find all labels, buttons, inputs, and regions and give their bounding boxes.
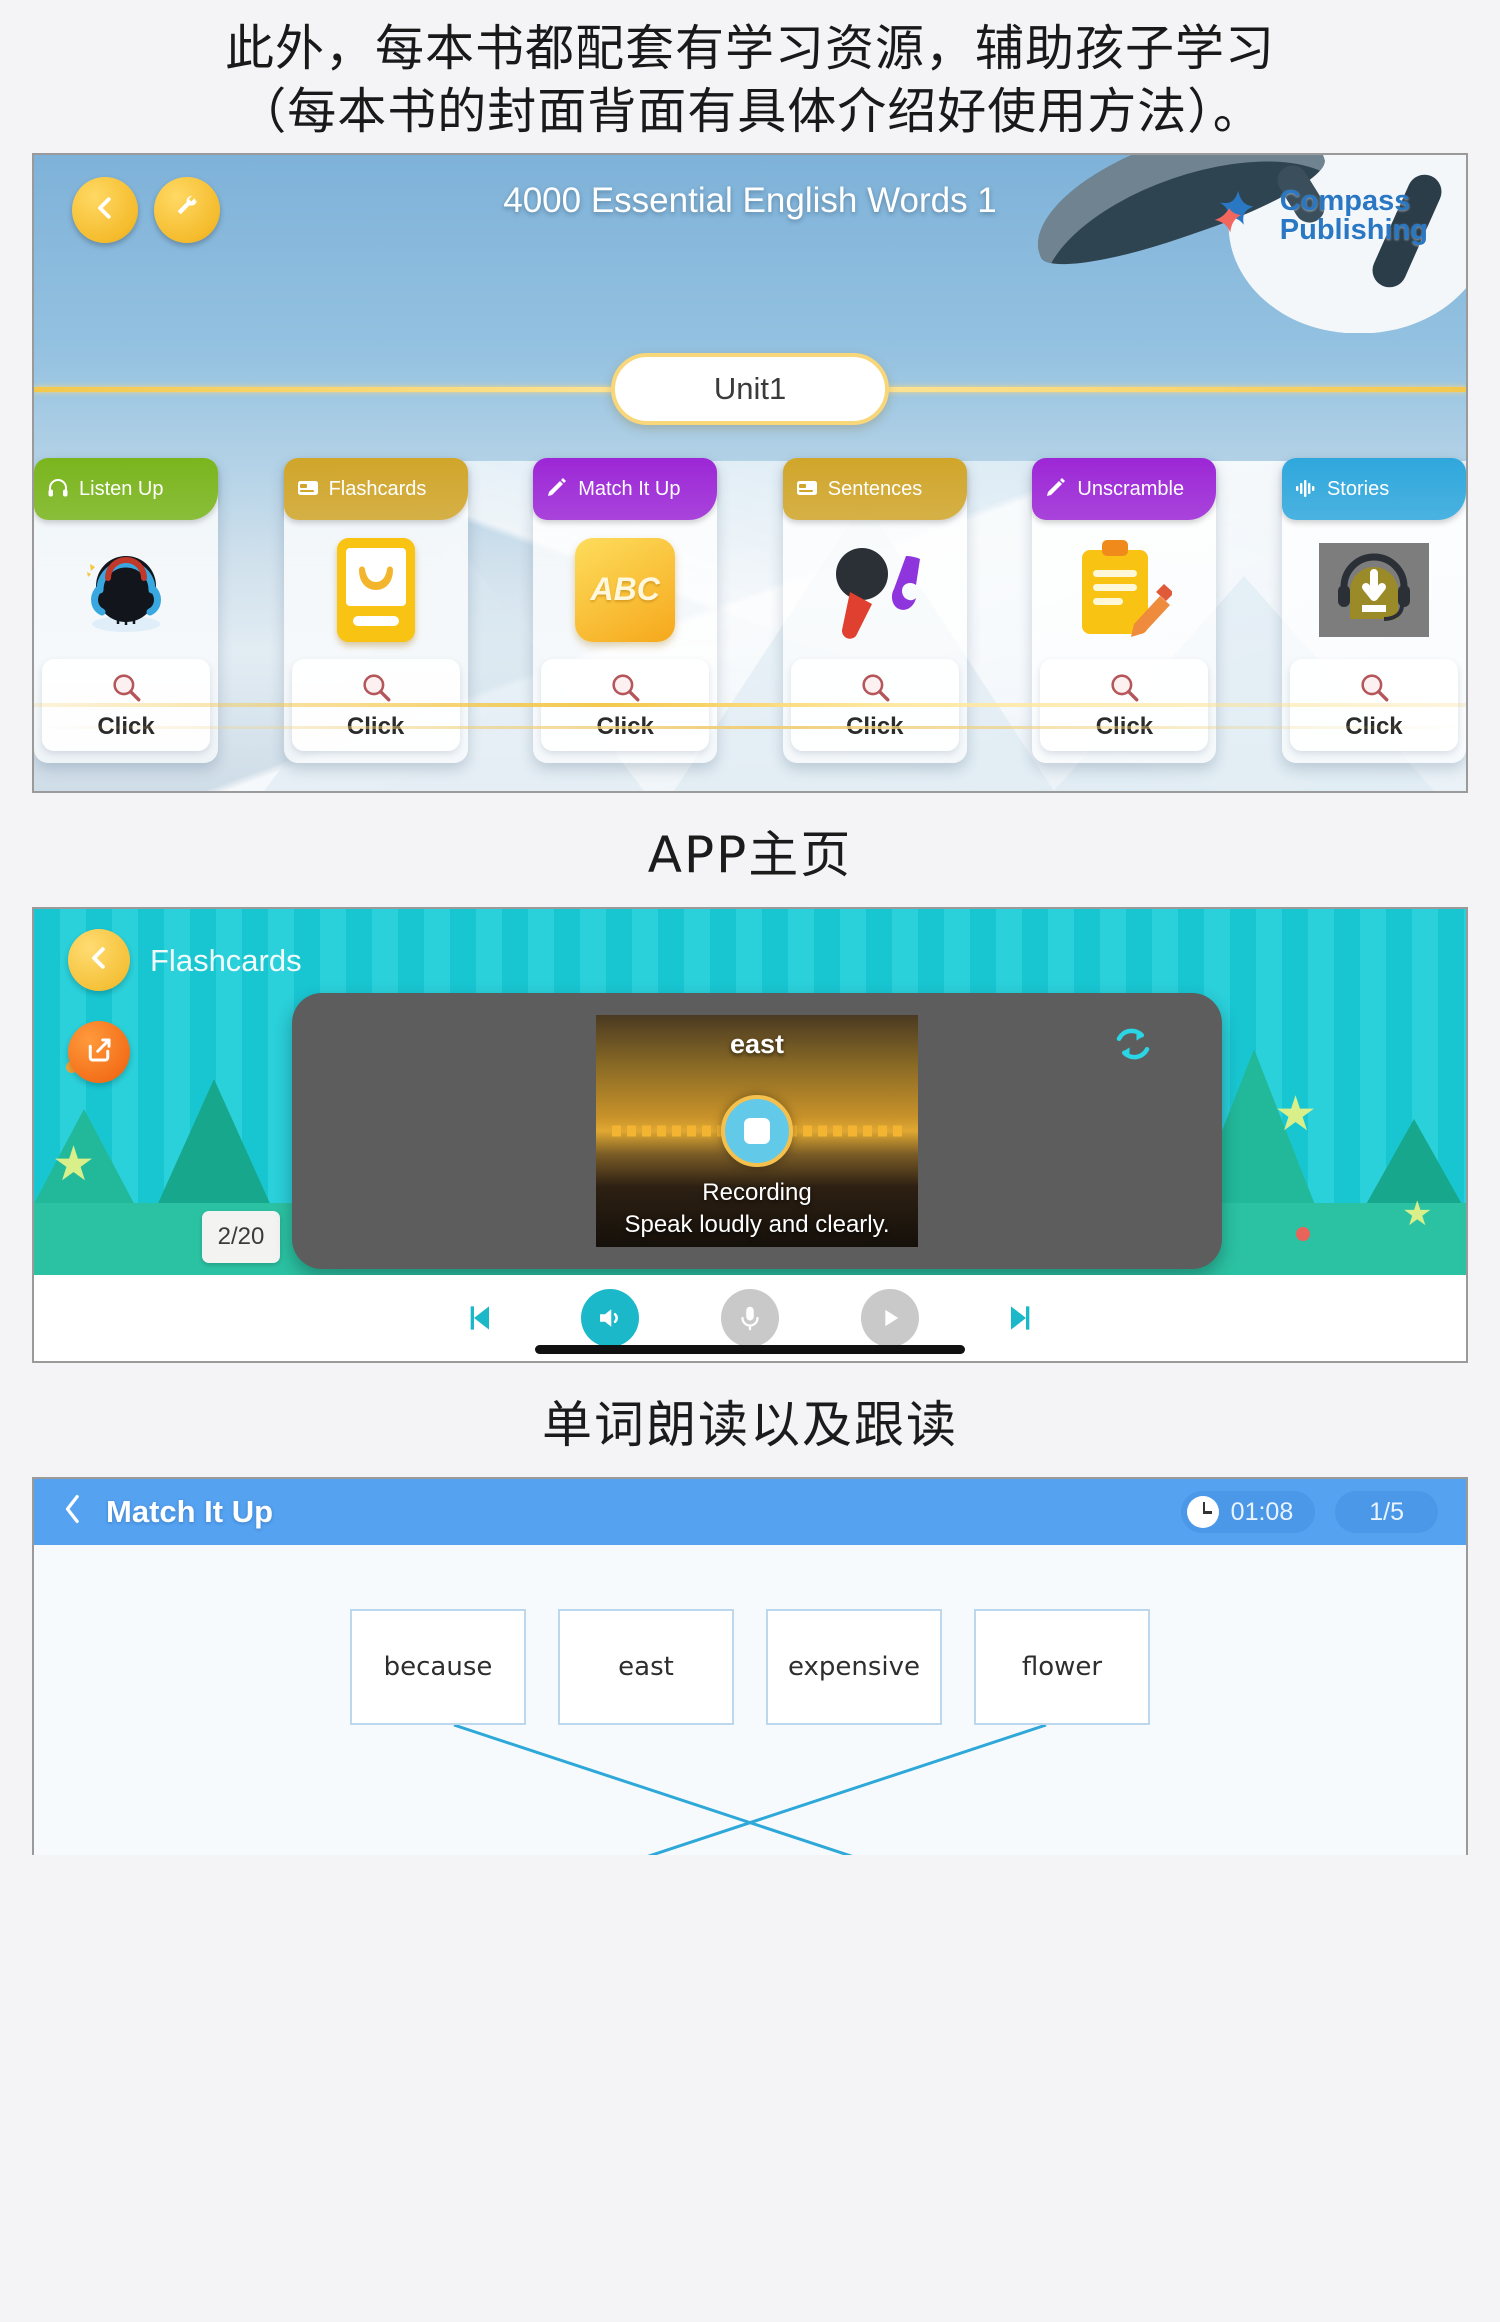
timer-badge: 01:08 (1180, 1491, 1316, 1534)
home-top-bar: 4000 Essential English Words 1 Compass P… (34, 155, 1466, 263)
brand-logo: Compass Publishing (1208, 185, 1428, 247)
activity-card-artwork (34, 520, 218, 659)
home-caption: APP主页 (647, 826, 853, 885)
activity-card-match-it-up[interactable]: Match It Up ABC Click (533, 458, 718, 764)
stories-artwork (1318, 542, 1429, 637)
word-box[interactable]: because (350, 1609, 526, 1726)
word-box[interactable]: flower (974, 1609, 1150, 1726)
clipboard-artwork (1076, 538, 1175, 642)
page-title: Match It Up (106, 1494, 274, 1530)
clock-icon (1186, 1496, 1219, 1529)
app-home-screenshot: 4000 Essential English Words 1 Compass P… (32, 153, 1468, 794)
activity-card-unscramble[interactable]: Unscramble Click (1032, 458, 1217, 764)
stop-recording-button[interactable] (721, 1095, 793, 1168)
activity-card-artwork (783, 520, 967, 659)
match-it-up-screenshot: Match It Up 01:08 1/5 because east expensi… (32, 1477, 1468, 1856)
pencil-icon (1044, 476, 1070, 502)
match-body: because east expensive flower (34, 1545, 1466, 1856)
activity-card-stories[interactable]: Stories Click (1281, 458, 1466, 764)
compass-star-icon (1208, 185, 1270, 247)
brand-line-2: Publishing (1279, 214, 1428, 247)
activity-card-artwork: ABC (533, 520, 717, 659)
activity-card-label: Match It Up (578, 477, 681, 500)
activity-card-label: Sentences (827, 477, 923, 500)
intro-line-1: 此外，每本书都配套有学习资源，辅助孩子学习 (224, 20, 1275, 77)
activity-card-label: Listen Up (79, 477, 164, 500)
pencil-icon (545, 476, 571, 502)
penguin-artwork (74, 538, 178, 642)
abc-artwork: ABC (575, 537, 676, 642)
activity-card-artwork (1282, 520, 1466, 659)
card-icon (296, 476, 322, 502)
play-button[interactable] (861, 1289, 919, 1348)
share-button[interactable] (68, 1021, 130, 1084)
recording-status: Recording (702, 1179, 812, 1207)
microphone-button[interactable] (721, 1289, 779, 1348)
stop-icon (744, 1118, 770, 1145)
flashcard-artwork (336, 537, 415, 642)
microphone-artwork (820, 538, 930, 642)
share-icon (84, 1035, 114, 1070)
activity-card-header: Listen Up (34, 458, 218, 521)
previous-track-button[interactable] (459, 1298, 499, 1338)
flashcard-panel: east Recording Speak loudly and clearly. (292, 993, 1222, 1270)
header-badges: 01:08 1/5 (1180, 1491, 1438, 1534)
word-box-row: because east expensive flower (34, 1609, 1466, 1726)
word-box[interactable]: expensive (766, 1609, 942, 1726)
word-photo: east Recording Speak loudly and clearly. (596, 1015, 918, 1248)
activity-card-header: Match It Up (533, 458, 718, 521)
activity-card-label: Unscramble (1077, 477, 1185, 500)
activity-card-header: Sentences (782, 458, 967, 521)
activity-card-label: Stories (1326, 477, 1390, 500)
flashcards-top-controls (68, 929, 130, 1084)
activity-card-row: Listen Up Click Flashcards Click Match It Up… (34, 458, 1466, 764)
activity-card-label: Flashcards (328, 477, 427, 500)
bottom-divider (34, 703, 1466, 708)
flashcards-title: Flashcards (150, 943, 302, 979)
word-label: east (729, 1029, 785, 1060)
question-counter: 1/5 (1335, 1491, 1438, 1534)
activity-card-header: Stories (1281, 458, 1466, 521)
intro-paragraph: 此外，每本书都配套有学习资源，辅助孩子学习 （每本书的封面背面有具体介绍好使用方… (0, 0, 1500, 153)
card-icon (795, 476, 821, 502)
activity-card-sentences[interactable]: Sentences Click (782, 458, 967, 764)
intro-line-2: （每本书的封面背面有具体介绍好使用方法）。 (237, 82, 1263, 140)
activity-card-artwork (1032, 520, 1216, 659)
chevron-left-icon (84, 943, 114, 978)
activity-card-header: Flashcards (283, 458, 468, 521)
headphone-icon (46, 476, 72, 502)
home-indicator (535, 1345, 965, 1355)
recording-hint: Speak loudly and clearly. (624, 1211, 890, 1239)
waveform-icon (1294, 476, 1320, 502)
activity-card-header: Unscramble (1032, 458, 1217, 521)
timer-value: 01:08 (1230, 1497, 1294, 1526)
brand-text: Compass Publishing (1280, 187, 1428, 245)
back-button[interactable] (62, 1492, 84, 1532)
unit-label: Unit1 (713, 371, 787, 407)
unit-selector[interactable]: Unit1 (611, 353, 889, 426)
flashcards-screenshot: ★ ★ ★ Flashcards 2/20 (32, 907, 1468, 1364)
activity-card-artwork (284, 520, 468, 659)
bottom-divider-secondary (34, 726, 1466, 730)
flashcards-caption: 单词朗读以及跟读 (542, 1396, 958, 1455)
activity-card-listen-up[interactable]: Listen Up Click (34, 458, 218, 764)
speaker-button[interactable] (581, 1289, 639, 1348)
brand-line-1: Compass (1279, 185, 1411, 218)
back-button[interactable] (68, 929, 130, 992)
card-counter: 2/20 (202, 1211, 280, 1264)
activity-card-flashcards[interactable]: Flashcards Click (283, 458, 468, 764)
match-header: Match It Up 01:08 1/5 (34, 1479, 1466, 1546)
word-box[interactable]: east (558, 1609, 734, 1726)
next-track-button[interactable] (1001, 1298, 1041, 1338)
repeat-icon[interactable] (1112, 1023, 1154, 1065)
